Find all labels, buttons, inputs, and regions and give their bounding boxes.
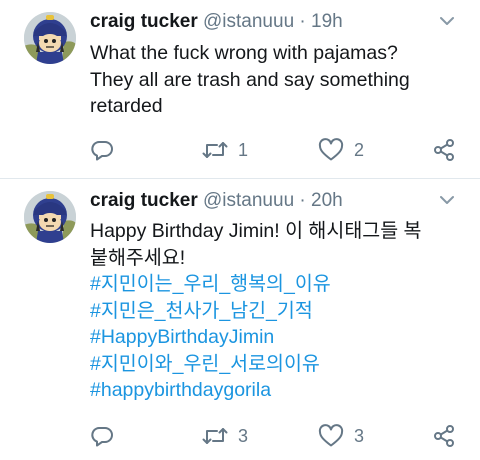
retweet-button[interactable]: 3 <box>202 421 248 451</box>
retweet-icon <box>202 428 228 444</box>
reply-icon <box>91 141 113 161</box>
hashtag-link[interactable]: #지민이는_우리_행복의_이유 <box>90 271 460 298</box>
reply-button[interactable] <box>90 135 114 165</box>
chevron-down-icon[interactable] <box>440 195 454 205</box>
share-icon <box>434 425 454 447</box>
avatar[interactable] <box>24 12 76 64</box>
retweet-count: 3 <box>238 425 249 446</box>
like-button[interactable]: 2 <box>318 135 364 165</box>
tweet-actions: 3 3 <box>0 421 480 451</box>
tweet-header: craig tucker @istanuuu · 19h <box>90 11 420 33</box>
author-handle[interactable]: @istanuuu <box>203 190 294 211</box>
author-name[interactable]: craig tucker <box>90 190 198 211</box>
tweet-header: craig tucker @istanuuu · 20h <box>90 190 420 212</box>
share-icon <box>434 139 454 161</box>
hashtag-link[interactable]: #happybirthdaygorila <box>90 377 460 404</box>
separator-dot: · <box>299 11 306 32</box>
like-count: 2 <box>354 139 365 160</box>
tweet-text-line: Happy Birthday Jimin! 이 해시태그들 복 <box>90 220 422 242</box>
reply-icon <box>91 427 113 447</box>
tweet-actions: 1 2 <box>0 135 480 165</box>
tweet-text: What the fuck wrong with pajamas? They a… <box>90 40 460 120</box>
tweet[interactable]: craig tucker @istanuuu · 20h Happy Birth… <box>0 179 480 460</box>
timestamp[interactable]: 19h <box>311 11 343 32</box>
tweet[interactable]: craig tucker @istanuuu · 19h What the fu… <box>0 0 480 178</box>
tweet-text-line: What the fuck wrong with pajamas? <box>90 42 398 64</box>
hashtag-link[interactable]: #지민은_천사가_남긴_기적 <box>90 298 460 325</box>
like-button[interactable]: 3 <box>318 421 364 451</box>
hashtag-link[interactable]: #HappyBirthdayJimin <box>90 324 460 351</box>
timestamp[interactable]: 20h <box>311 190 343 211</box>
author-handle[interactable]: @istanuuu <box>203 11 294 32</box>
avatar-image <box>24 191 76 243</box>
tweet-text: Happy Birthday Jimin! 이 해시태그들 복 붙해주세요! #… <box>90 218 460 404</box>
reply-button[interactable] <box>90 421 114 451</box>
like-count: 3 <box>354 425 365 446</box>
tweet-text-line: 붙해주세요! <box>90 246 186 269</box>
retweet-icon <box>202 142 228 158</box>
avatar[interactable] <box>24 191 76 243</box>
heart-icon <box>318 424 344 447</box>
retweet-button[interactable]: 1 <box>202 135 248 165</box>
share-button[interactable] <box>432 135 456 165</box>
tweet-text-line: They all are trash and say something <box>90 68 410 91</box>
chevron-down-icon[interactable] <box>440 16 454 26</box>
separator-dot: · <box>299 190 306 211</box>
avatar-image <box>24 12 76 64</box>
author-name[interactable]: craig tucker <box>90 11 198 32</box>
hashtag-link[interactable]: #지민이와_우린_서로의이유 <box>90 351 460 378</box>
heart-icon <box>318 138 344 161</box>
retweet-count: 1 <box>238 139 249 160</box>
tweet-text-line: retarded <box>90 95 163 117</box>
share-button[interactable] <box>432 421 456 451</box>
